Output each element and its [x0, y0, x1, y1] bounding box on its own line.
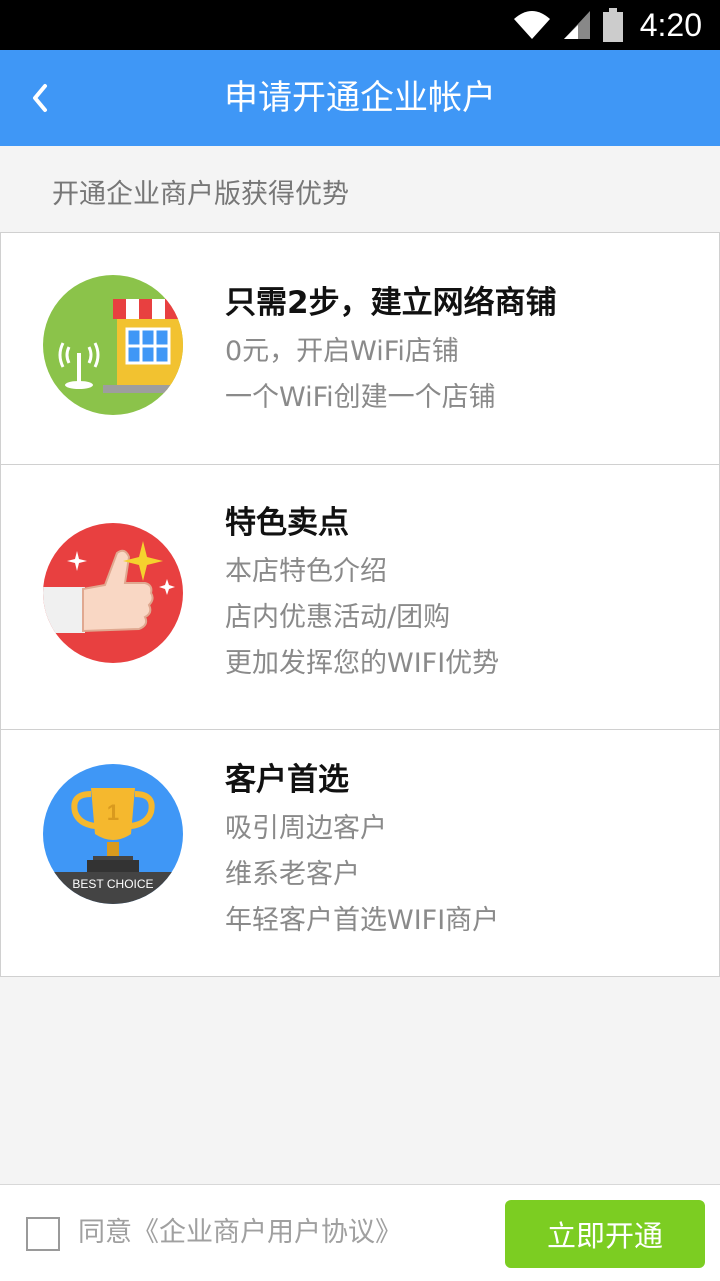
- card-text: 只需2步，建立网络商铺 0元，开启WiFi店铺 一个WiFi创建一个店铺: [225, 281, 557, 421]
- card-line: 年轻客户首选WIFI商户: [225, 905, 500, 936]
- status-bar: 4:20: [0, 0, 720, 50]
- benefit-list: 只需2步，建立网络商铺 0元，开启WiFi店铺 一个WiFi创建一个店铺 特色卖…: [0, 232, 720, 977]
- card-line: 店内优惠活动/团购: [225, 602, 451, 633]
- benefit-card-features: 特色卖点 本店特色介绍 店内优惠活动/团购 更加发挥您的WIFI优势: [1, 465, 719, 730]
- card-line: 本店特色介绍: [225, 556, 387, 587]
- svg-text:1: 1: [107, 800, 119, 825]
- open-now-button[interactable]: 立即开通: [505, 1200, 705, 1268]
- signal-icon: [563, 11, 590, 39]
- card-title: 特色卖点: [225, 505, 349, 541]
- benefit-card-preferred: 1 BEST CHOICE 客户首选 吸引周边客户 维系老客户 年轻客户首选WI…: [1, 730, 719, 976]
- agree-checkbox[interactable]: [26, 1217, 60, 1251]
- card-line: 吸引周边客户: [225, 813, 387, 844]
- card-title: 客户首选: [225, 762, 349, 798]
- page-title: 申请开通企业帐户: [224, 78, 496, 118]
- card-line: 一个WiFi创建一个店铺: [225, 382, 496, 413]
- wifi-icon: [513, 11, 550, 39]
- footer-bar: 同意《企业商户用户协议》 立即开通: [0, 1184, 720, 1281]
- best-choice-caption: BEST CHOICE: [72, 877, 154, 891]
- card-title: 只需2步，建立网络商铺: [225, 285, 557, 321]
- section-title: 开通企业商户版获得优势: [52, 179, 349, 210]
- card-line: 0元，开启WiFi店铺: [225, 336, 459, 367]
- battery-icon: [602, 8, 623, 42]
- card-text: 客户首选 吸引周边客户 维系老客户 年轻客户首选WIFI商户: [225, 758, 499, 944]
- nav-bar: 申请开通企业帐户: [0, 50, 720, 146]
- card-text: 特色卖点 本店特色介绍 店内优惠活动/团购 更加发挥您的WIFI优势: [225, 501, 499, 687]
- card-line: 更加发挥您的WIFI优势: [225, 648, 500, 679]
- agreement-link[interactable]: 同意《企业商户用户协议》: [78, 1213, 402, 1253]
- status-time: 4:20: [639, 6, 702, 43]
- benefit-card-shop: 只需2步，建立网络商铺 0元，开启WiFi店铺 一个WiFi创建一个店铺: [1, 233, 719, 465]
- thumbs-up-icon: [43, 523, 183, 663]
- shop-wifi-icon: [43, 275, 183, 415]
- card-line: 维系老客户: [225, 859, 360, 890]
